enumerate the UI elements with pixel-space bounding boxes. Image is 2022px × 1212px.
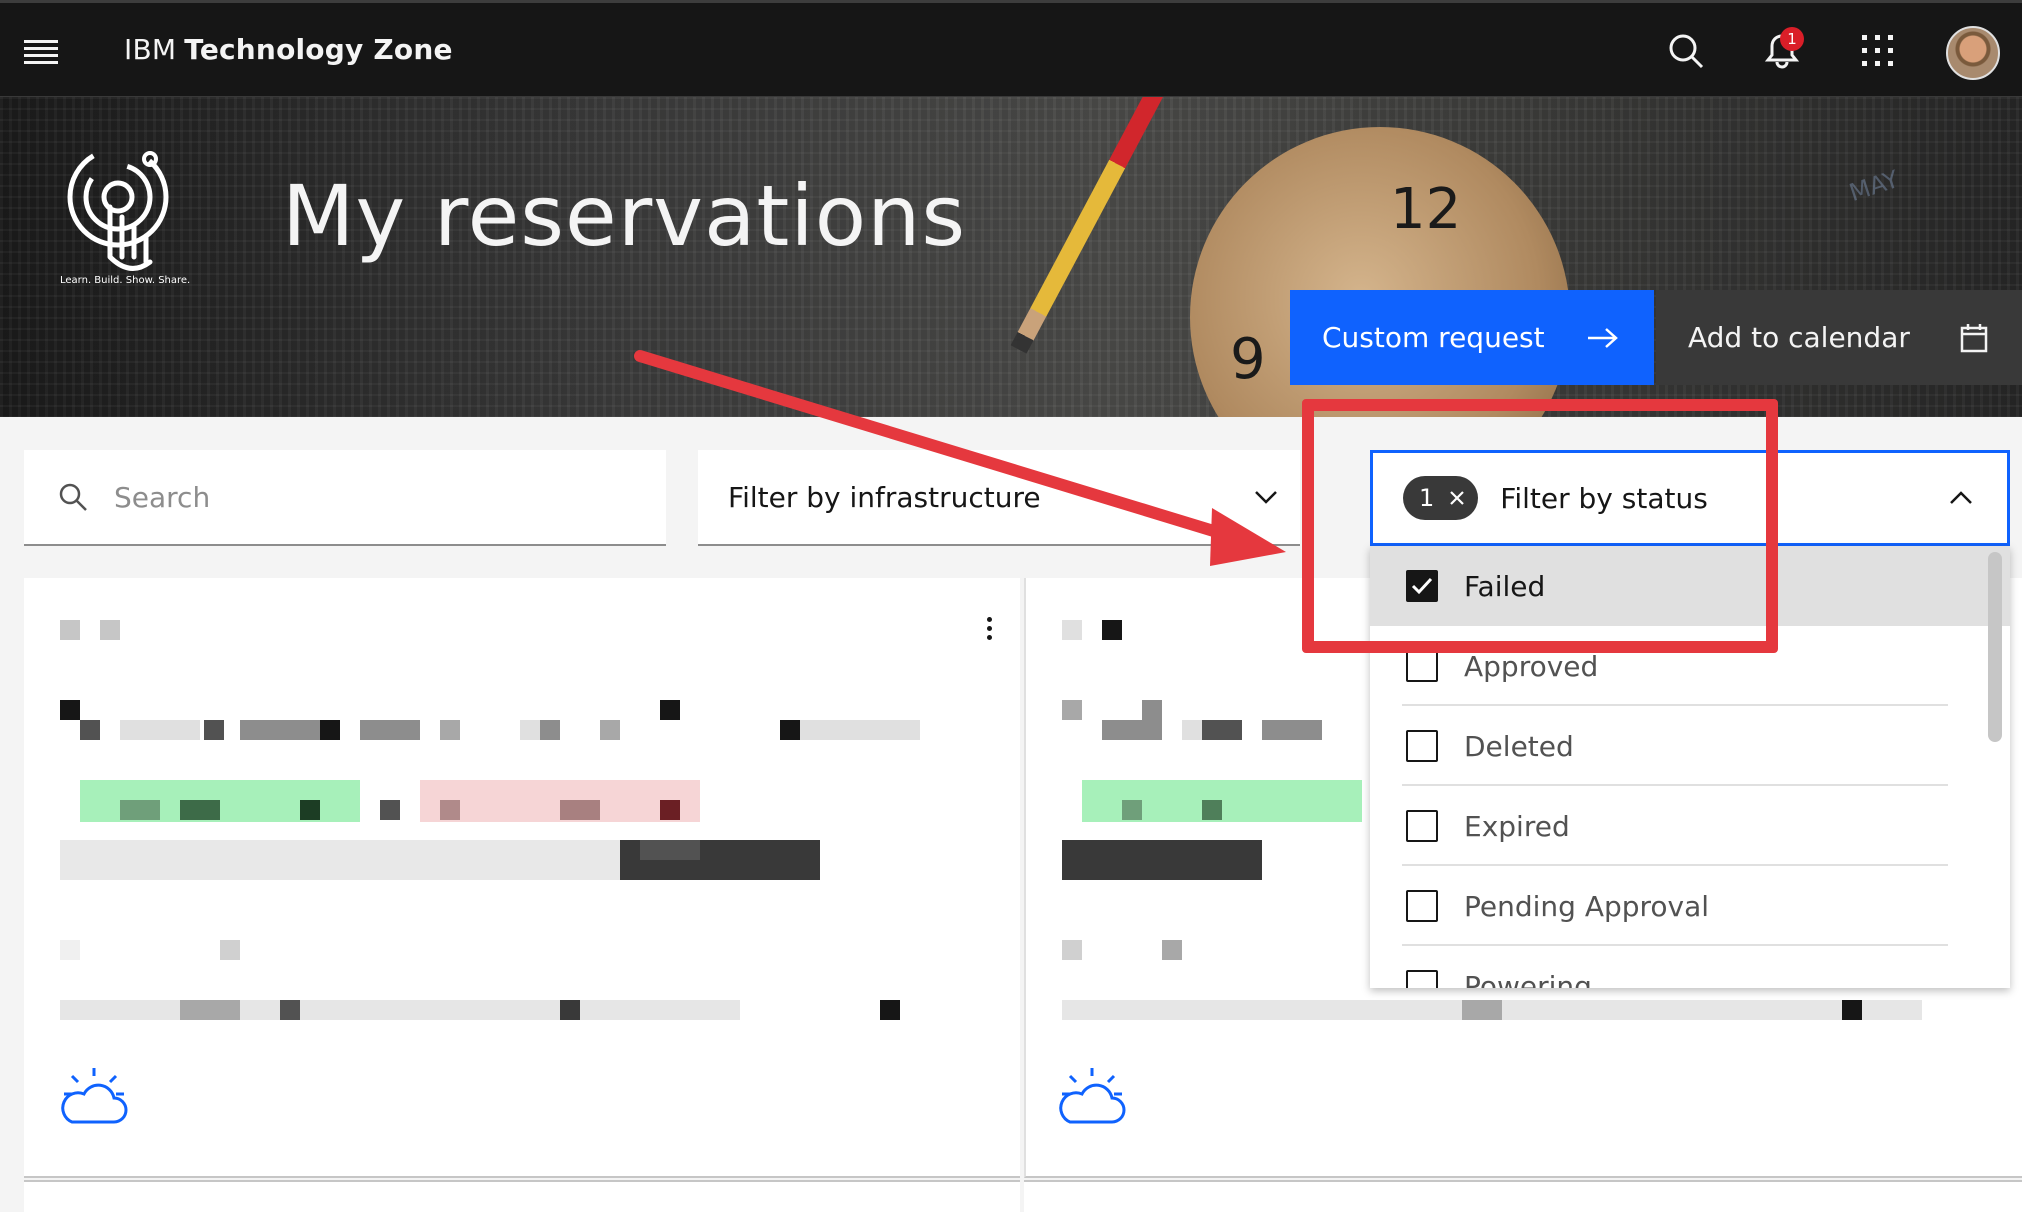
reservation-card-next[interactable] <box>24 1180 1020 1212</box>
status-option-expired[interactable]: Expired <box>1370 786 2010 866</box>
page-title: My reservations <box>282 167 967 265</box>
custom-request-label: Custom request <box>1322 321 1545 354</box>
checkbox-icon[interactable] <box>1406 890 1438 922</box>
ibm-cloud-icon <box>61 1068 128 1124</box>
search-input[interactable] <box>114 480 634 514</box>
checkbox-icon[interactable] <box>1406 730 1438 762</box>
checkbox-icon[interactable] <box>1406 650 1438 682</box>
checkbox-icon[interactable] <box>1406 810 1438 842</box>
status-option-deleted[interactable]: Deleted <box>1370 706 2010 786</box>
add-to-calendar-button[interactable]: Add to calendar <box>1656 290 2022 385</box>
calendar-month: MAY <box>1845 165 1902 208</box>
menu-scrollbar[interactable] <box>1988 552 2002 742</box>
infrastructure-filter-dropdown[interactable]: Filter by infrastructure <box>698 450 1300 546</box>
brand-name: Technology Zone <box>184 33 453 66</box>
overflow-menu-icon[interactable] <box>974 608 1004 648</box>
custom-request-button[interactable]: Custom request <box>1290 290 1654 385</box>
status-option-label: Deleted <box>1464 729 1574 763</box>
notification-badge: 1 <box>1780 27 1804 51</box>
arrow-right-icon <box>1588 327 1618 348</box>
logo-tagline: Learn. Build. Show. Share. <box>60 275 191 286</box>
infrastructure-filter-label: Filter by infrastructure <box>728 480 1041 514</box>
calendar-icon <box>1960 323 1988 352</box>
ibm-cloud-icon <box>1059 1068 1126 1124</box>
add-to-calendar-label: Add to calendar <box>1688 321 1910 354</box>
chevron-up-icon <box>1950 491 1972 504</box>
hamburger-menu-icon[interactable] <box>24 40 58 64</box>
app-switcher-icon[interactable] <box>1854 27 1902 75</box>
status-option-label: Pending Approval <box>1464 889 1710 923</box>
clock-number-12: 12 <box>1390 177 1462 242</box>
status-option-label: Expired <box>1464 809 1570 843</box>
user-avatar[interactable] <box>1946 26 2000 80</box>
app-brand[interactable]: IBM Technology Zone <box>124 33 453 66</box>
top-navigation: IBM Technology Zone 1 <box>0 0 2022 97</box>
search-bar[interactable] <box>24 450 666 546</box>
chevron-down-icon <box>1255 491 1277 504</box>
clock-number-9: 9 <box>1230 327 1266 392</box>
brand-prefix: IBM <box>124 33 177 66</box>
search-icon[interactable] <box>1662 27 1710 75</box>
status-option-label: Approved <box>1464 649 1599 683</box>
reservation-card-next[interactable] <box>1024 1180 2022 1212</box>
search-icon <box>59 483 87 511</box>
checkbox-icon[interactable] <box>1406 970 1438 988</box>
annotation-highlight-box <box>1302 399 1778 653</box>
status-option-pending-approval[interactable]: Pending Approval <box>1370 866 2010 946</box>
status-option-powering[interactable]: Powering <box>1370 946 2010 988</box>
reservation-card[interactable] <box>24 578 1020 1178</box>
status-option-label: Powering <box>1464 969 1592 989</box>
techzone-logo-icon <box>67 146 169 271</box>
notification-button[interactable]: 1 <box>1758 27 1806 75</box>
